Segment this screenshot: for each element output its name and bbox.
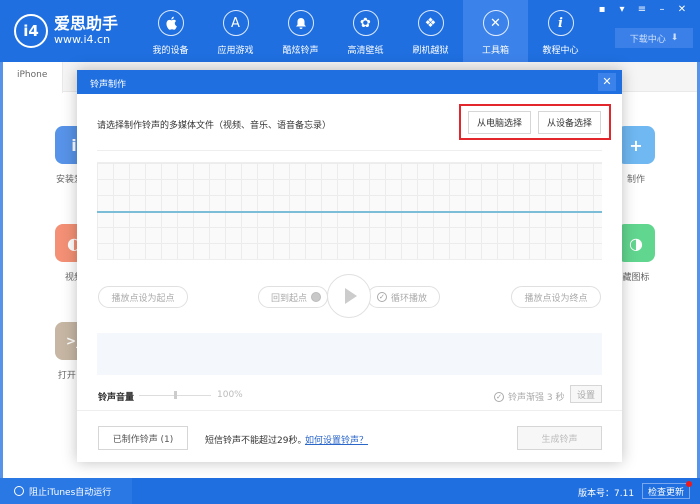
download-center-button[interactable]: 下载中心 ⬇ [615, 28, 693, 48]
dropbox-icon: ❖ [417, 10, 444, 36]
check-update-button[interactable]: 检查更新 [642, 481, 692, 499]
close-window-icon[interactable]: ✕ [676, 4, 688, 15]
nav-toolbox[interactable]: ✕ 工具箱 [463, 0, 528, 62]
block-itunes-toggle[interactable]: 阻止iTunes自动运行 [0, 478, 132, 504]
how-to-set-ringtone-link[interactable]: 如何设置铃声？ [305, 433, 368, 446]
dialog-close-icon[interactable]: ✕ [598, 73, 616, 91]
set-start-button[interactable]: 播放点设为起点 [98, 286, 188, 308]
minimize-icon[interactable]: – [656, 4, 668, 15]
flower-icon: ✿ [352, 10, 379, 36]
apple-icon [157, 10, 184, 36]
skin-icon[interactable]: ▾ [616, 4, 628, 15]
back-to-start-button[interactable]: 回到起点 [258, 286, 328, 308]
volume-slider-thumb[interactable] [174, 391, 177, 399]
nav-ringtones[interactable]: 酷炫铃声 [268, 0, 333, 62]
fade-settings-button[interactable]: 设置 [570, 385, 602, 403]
volume-label: 铃声音量 [98, 393, 135, 403]
status-bar: 阻止iTunes自动运行 版本号：7.11 检查更新 [0, 478, 700, 504]
app-url: www.i4.cn [54, 33, 111, 46]
nav-wallpapers[interactable]: ✿ 高清壁纸 [333, 0, 398, 62]
fade-in-toggle[interactable]: ✓ 铃声渐强 3 秒 [494, 390, 564, 403]
dialog-title: 铃声制作 [90, 80, 127, 90]
window-controls: ▪ ▾ ≡ – ✕ [596, 4, 688, 15]
play-button[interactable] [327, 274, 371, 318]
waveform-area[interactable] [97, 162, 602, 260]
top-header: i4 爱思助手 www.i4.cn 我的设备 A 应用游戏 酷炫铃声 ✿ 高清壁… [0, 0, 700, 62]
select-from-pc-button[interactable]: 从电脑选择 [468, 111, 531, 134]
set-end-button[interactable]: 播放点设为终点 [511, 286, 601, 308]
menu-icon[interactable]: ≡ [636, 4, 648, 15]
loop-play-toggle[interactable]: ✓ 循环播放 [367, 286, 440, 308]
notification-dot [686, 481, 692, 487]
download-icon: ⬇ [670, 33, 679, 43]
nav-tutorials[interactable]: i 教程中心 [528, 0, 593, 62]
tools-icon: ✕ [482, 10, 509, 36]
radio-icon [14, 486, 24, 496]
made-ringtones-button[interactable]: 已制作铃声 (1) [98, 426, 188, 450]
file-info-area [97, 333, 602, 375]
select-from-device-button[interactable]: 从设备选择 [538, 111, 601, 134]
main-nav: 我的设备 A 应用游戏 酷炫铃声 ✿ 高清壁纸 ❖ 刷机越狱 ✕ 工具箱 i 教… [138, 0, 593, 62]
select-file-prompt: 请选择制作铃声的多媒体文件（视频、音乐、语音备忘录） [97, 121, 332, 131]
sms-length-note: 短信铃声不能超过29秒。 [205, 436, 307, 446]
version-label: 版本号：7.11 [578, 489, 635, 499]
check-circle-icon: ✓ [494, 391, 504, 402]
app-logo: i4 爱思助手 www.i4.cn [14, 14, 118, 48]
waveform-baseline [97, 211, 602, 213]
check-circle-icon: ✓ [376, 292, 387, 302]
bell-icon [287, 10, 314, 36]
nav-my-device[interactable]: 我的设备 [138, 0, 203, 62]
volume-value: 100% [217, 390, 243, 400]
divider [97, 150, 602, 151]
generate-ringtone-button[interactable]: 生成铃声 [517, 426, 602, 450]
divider [77, 410, 622, 411]
info-icon: i [547, 10, 574, 36]
app-store-icon: A [222, 10, 249, 36]
app-name: 爱思助手 [54, 14, 119, 33]
logo-mark: i4 [14, 14, 48, 48]
dialog-header: 铃声制作 ✕ [77, 70, 622, 94]
ringtone-maker-dialog: 铃声制作 ✕ 请选择制作铃声的多媒体文件（视频、音乐、语音备忘录） 从电脑选择 … [77, 70, 622, 462]
nav-apps-games[interactable]: A 应用游戏 [203, 0, 268, 62]
play-icon [345, 288, 357, 304]
rewind-dot-icon [311, 292, 322, 302]
nav-flash-jailbreak[interactable]: ❖ 刷机越狱 [398, 0, 463, 62]
message-icon[interactable]: ▪ [596, 4, 608, 15]
